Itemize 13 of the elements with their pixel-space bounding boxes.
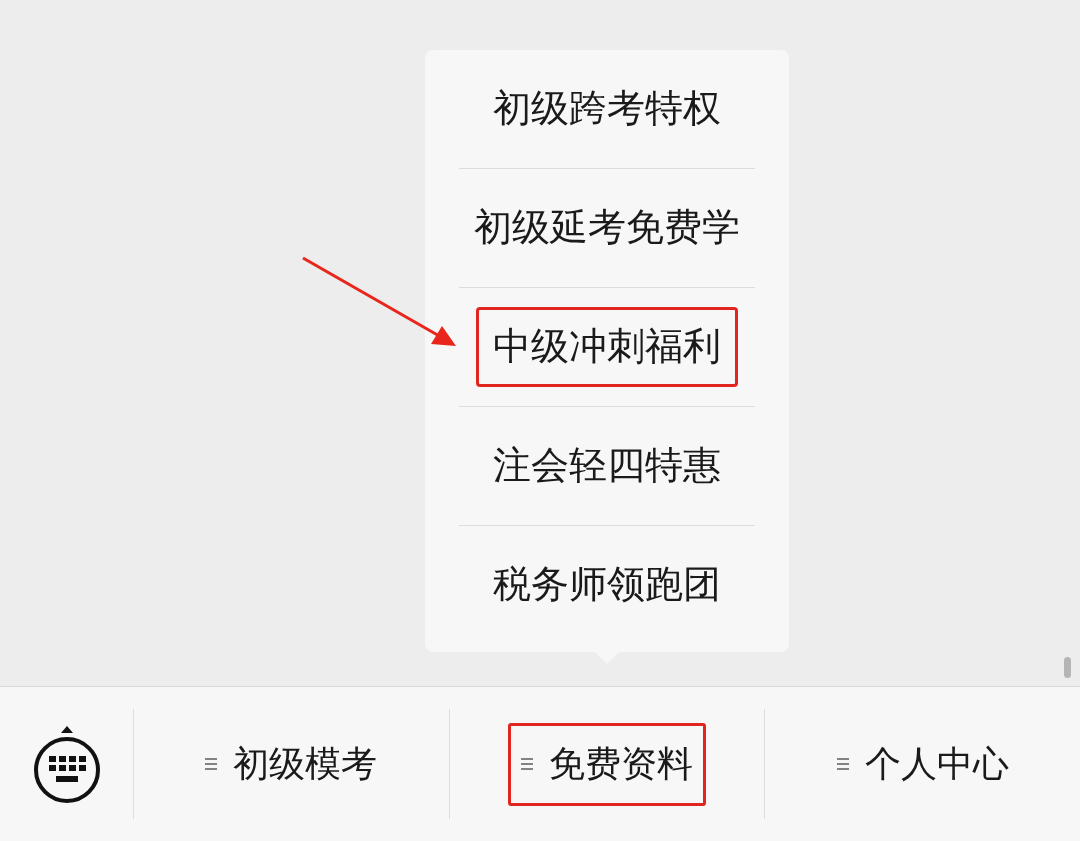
menu-item[interactable]: 税务师领跑团	[476, 545, 738, 625]
menu-icon	[205, 757, 218, 771]
menu-tab[interactable]: 免费资料	[508, 722, 706, 806]
menu-tab[interactable]: 初级模考	[192, 722, 391, 806]
menu-icon	[521, 757, 533, 771]
menu-icon	[836, 757, 849, 771]
menu-item[interactable]: 初级延考免费学	[457, 188, 757, 268]
menu-item[interactable]: 中级冲刺福利	[476, 307, 738, 387]
keyboard-icon[interactable]	[31, 724, 102, 804]
menu-tab[interactable]: 个人中心	[823, 722, 1022, 806]
menu-item[interactable]: 注会轻四特惠	[476, 426, 738, 506]
scroll-indicator	[1064, 657, 1071, 678]
menu-item[interactable]: 初级跨考特权	[476, 69, 738, 149]
